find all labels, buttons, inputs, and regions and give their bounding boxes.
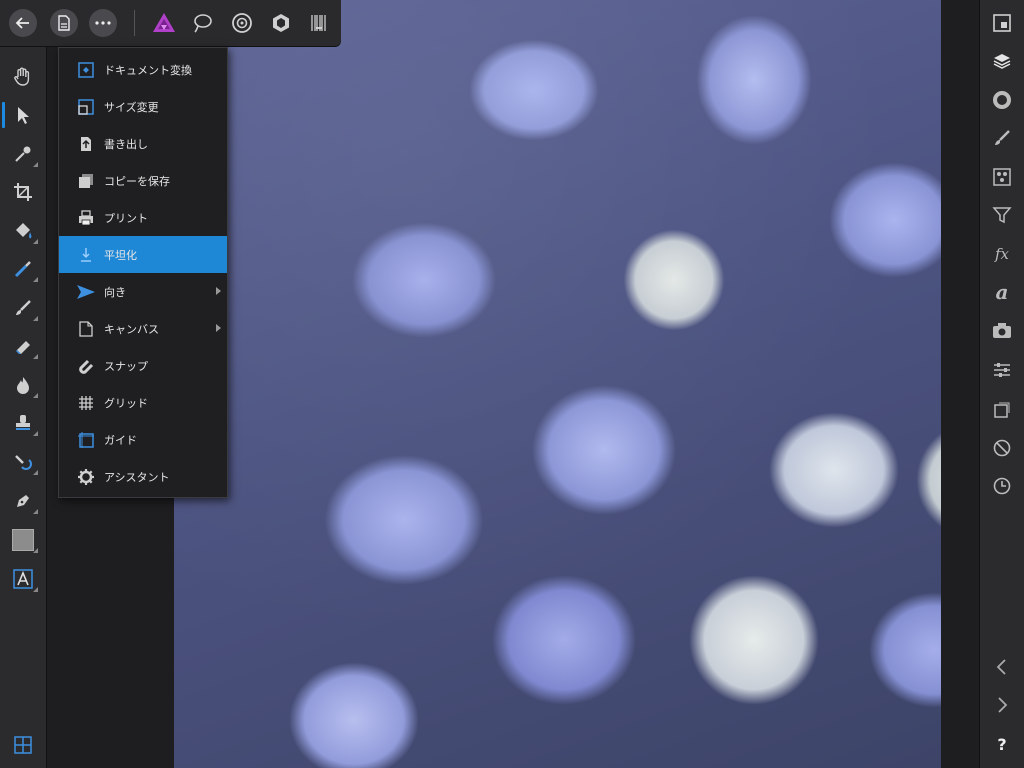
resize-icon [75,96,97,118]
menu-item-label: プリント [104,211,148,225]
export-icon [75,133,97,155]
hand-tool-icon[interactable] [8,62,38,92]
canvas-icon [75,318,97,340]
affinity-photo-persona-icon[interactable] [151,10,177,36]
orientation-icon [75,281,97,303]
color-picker-icon[interactable] [8,139,38,169]
crop-tool-icon[interactable] [8,177,38,207]
submenu-arrow-icon [216,287,221,295]
erase-brush-icon[interactable] [8,331,38,361]
convert-document-icon [75,59,97,81]
adjustments-icon[interactable] [987,355,1017,385]
menu-item-save-copy[interactable]: コピーを保存 [59,162,227,199]
redo-chevron-right-icon[interactable] [987,690,1017,720]
document-icon[interactable] [50,9,78,37]
history-prohibit-icon[interactable] [987,433,1017,463]
move-tool-icon[interactable] [2,100,38,130]
clone-stamp-icon[interactable] [8,408,38,438]
text-style-icon[interactable]: a [987,277,1017,307]
text-tool-icon[interactable] [8,564,38,594]
guides-icon [75,429,97,451]
menu-item-label: グリッド [104,396,148,410]
back-icon[interactable] [9,9,37,37]
menu-item-label: 平坦化 [104,248,137,262]
menu-item-grid[interactable]: グリッド [59,384,227,421]
toolbar-divider [134,10,135,36]
menu-item-label: アシスタント [104,470,170,484]
menu-item-guides[interactable]: ガイド [59,421,227,458]
transform-icon[interactable] [987,395,1017,425]
submenu-arrow-icon [216,324,221,332]
menu-item-label: キャンバス [104,322,159,336]
flatten-icon [75,244,97,266]
menu-item-canvas[interactable]: キャンバス [59,310,227,347]
selection-brush-icon[interactable] [8,254,38,284]
studio-layout-icon[interactable] [8,730,38,760]
menu-item-label: 書き出し [104,137,148,151]
export-persona-icon[interactable] [306,10,332,36]
print-icon [75,207,97,229]
healing-brush-icon[interactable] [8,447,38,477]
brushes-icon[interactable] [987,123,1017,153]
canvas-photo[interactable] [174,0,941,768]
snap-magnet-icon [75,355,97,377]
more-icon[interactable] [89,9,117,37]
filter-funnel-icon[interactable] [987,200,1017,230]
liquify-persona-icon[interactable] [190,10,216,36]
paint-brush-icon[interactable] [8,293,38,323]
menu-item-convert-document[interactable]: ドキュメント変換 [59,51,227,88]
tone-mapping-persona-icon[interactable] [268,10,294,36]
document-menu: ドキュメント変換 サイズ変更 書き出し コピーを保存 プリント 平坦化 向き キ… [58,47,228,498]
menu-item-label: サイズ変更 [104,100,159,114]
clock-icon[interactable] [987,471,1017,501]
dodge-burn-icon[interactable] [8,370,38,400]
undo-chevron-left-icon[interactable] [987,652,1017,682]
menu-item-resize[interactable]: サイズ変更 [59,88,227,125]
menu-item-assistant[interactable]: アシスタント [59,458,227,495]
menu-item-label: ガイド [104,433,137,447]
menu-item-export[interactable]: 書き出し [59,125,227,162]
menu-item-snap[interactable]: スナップ [59,347,227,384]
menu-item-label: 向き [104,285,126,299]
assistant-gear-icon [75,466,97,488]
top-bar [0,0,341,46]
menu-item-flatten[interactable]: 平坦化 [59,236,227,273]
develop-persona-icon[interactable] [229,10,255,36]
layers-icon[interactable] [987,46,1017,76]
flood-fill-icon[interactable] [8,216,38,246]
camera-icon[interactable] [987,316,1017,346]
menu-item-label: ドキュメント変換 [104,63,192,77]
channels-icon[interactable] [987,162,1017,192]
navigator-icon[interactable] [987,8,1017,38]
menu-item-label: コピーを保存 [104,174,170,188]
fx-icon[interactable]: fx [987,239,1017,269]
color-icon[interactable] [987,85,1017,115]
save-copy-icon [75,170,97,192]
grid-icon [75,392,97,414]
menu-item-label: スナップ [104,359,148,373]
pen-tool-icon[interactable] [8,486,38,516]
studio-panel: fx a ? [979,0,1024,768]
rectangle-shape-icon[interactable] [8,525,38,555]
menu-item-orientation[interactable]: 向き [59,273,227,310]
help-icon[interactable]: ? [987,729,1017,759]
left-toolbar [0,0,47,768]
menu-item-print[interactable]: プリント [59,199,227,236]
